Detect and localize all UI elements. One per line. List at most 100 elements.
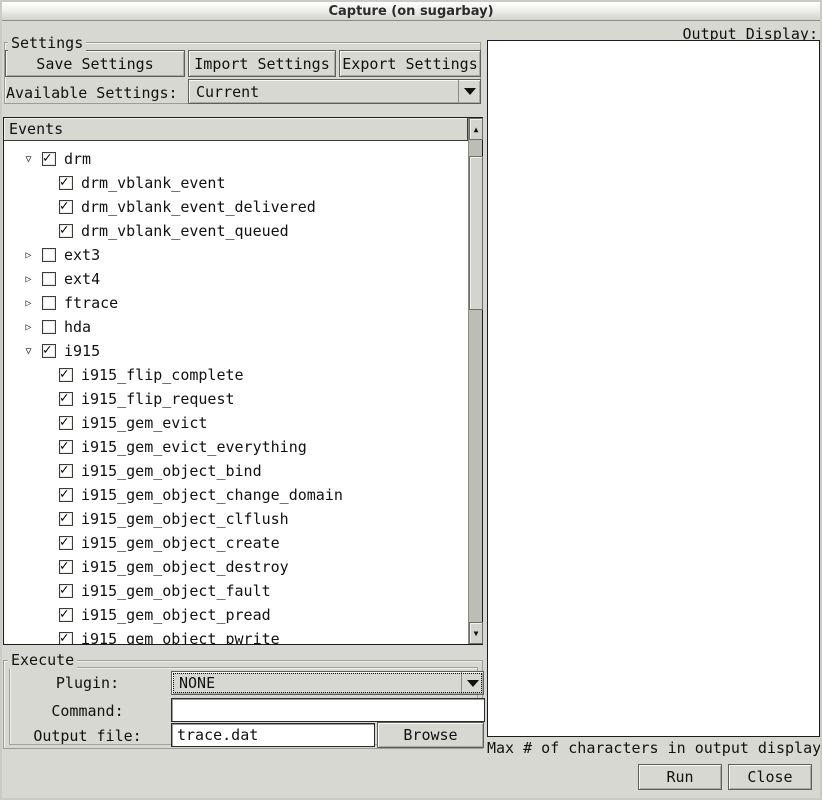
expander-closed-icon[interactable]: ▷: [22, 274, 35, 285]
expander-closed-icon[interactable]: ▷: [22, 250, 35, 261]
tree-row[interactable]: ▷ ext3: [4, 243, 468, 267]
tree-item-label: drm_vblank_event_delivered: [81, 198, 316, 216]
events-scrollbar[interactable]: ▲ ▼: [468, 118, 482, 644]
title-bar[interactable]: Capture (on sugarbay): [2, 2, 820, 21]
browse-label: Browse: [403, 726, 457, 744]
tree-row[interactable]: i915_gem_evict_everything: [4, 435, 468, 459]
tree-item-label: ftrace: [64, 294, 118, 312]
capture-window: Capture (on sugarbay) Settings Save Sett…: [0, 0, 822, 800]
import-settings-button[interactable]: Import Settings: [188, 50, 336, 77]
event-checkbox[interactable]: [59, 584, 73, 598]
event-checkbox[interactable]: [59, 416, 73, 430]
event-checkbox[interactable]: [42, 248, 56, 262]
tree-row[interactable]: ▷hda: [4, 315, 468, 339]
tree-item-label: i915_gem_object_destroy: [81, 558, 289, 576]
save-settings-button[interactable]: Save Settings: [5, 50, 185, 77]
event-checkbox[interactable]: [42, 272, 56, 286]
tree-row[interactable]: i915_gem_object_change_domain: [4, 483, 468, 507]
run-button[interactable]: Run: [638, 764, 722, 790]
event-checkbox[interactable]: [59, 392, 73, 406]
tree-item-label: i915_gem_object_pread: [81, 606, 271, 624]
tree-row[interactable]: i915_gem_object_pwrite: [4, 627, 468, 644]
execute-frame-label: Execute: [8, 651, 77, 669]
plugin-dropdown[interactable]: NONE: [171, 671, 484, 695]
tree-row[interactable]: ▽ i915: [4, 339, 468, 363]
scroll-down-button[interactable]: ▼: [469, 622, 483, 644]
tree-item-label: drm_vblank_event: [81, 174, 226, 192]
available-settings-value: Current: [189, 83, 458, 101]
available-settings-dropdown[interactable]: Current: [188, 79, 481, 104]
execute-frame: Plugin: NONE Command: Output file: Brows…: [3, 660, 483, 749]
tree-item-label: i915_gem_object_bind: [81, 462, 262, 480]
expander-closed-icon[interactable]: ▷: [22, 322, 35, 333]
event-checkbox[interactable]: [59, 608, 73, 622]
max-chars-label: Max # of characters in output display: [487, 739, 821, 757]
arrow-up-icon: ▲: [474, 125, 479, 134]
event-checkbox[interactable]: [59, 464, 73, 478]
tree-item-label: drm: [64, 150, 91, 168]
plugin-dropdown-arrow-button[interactable]: [461, 672, 483, 694]
tree-row[interactable]: drm_vblank_event_queued: [4, 219, 468, 243]
close-label: Close: [747, 768, 792, 786]
tree-row[interactable]: i915_gem_object_create: [4, 531, 468, 555]
tree-row[interactable]: i915_gem_object_pread: [4, 603, 468, 627]
event-checkbox[interactable]: [59, 512, 73, 526]
expander-open-icon[interactable]: ▽: [22, 154, 35, 165]
tree-item-label: i915: [64, 342, 100, 360]
event-checkbox[interactable]: [42, 296, 56, 310]
dropdown-arrow-button[interactable]: [458, 80, 480, 103]
tree-row[interactable]: i915_gem_object_clflush: [4, 507, 468, 531]
event-checkbox[interactable]: [42, 152, 56, 166]
settings-frame-label: Settings: [8, 34, 86, 52]
tree-item-label: i915_gem_object_change_domain: [81, 486, 343, 504]
tree-row[interactable]: drm_vblank_event: [4, 171, 468, 195]
tree-row[interactable]: ▷ ftrace: [4, 291, 468, 315]
tree-row[interactable]: i915_gem_object_fault: [4, 579, 468, 603]
available-settings-label: Available Settings:: [6, 84, 178, 102]
export-settings-label: Export Settings: [342, 55, 477, 73]
tree-item-label: i915_gem_object_create: [81, 534, 280, 552]
events-header-label: Events: [9, 120, 63, 138]
chevron-down-icon: [464, 88, 476, 95]
event-checkbox[interactable]: [59, 176, 73, 190]
output-display-area[interactable]: [487, 40, 820, 737]
chevron-down-icon: [467, 680, 479, 687]
import-settings-label: Import Settings: [194, 55, 329, 73]
scroll-up-button[interactable]: ▲: [469, 118, 483, 140]
tree-row[interactable]: i915_gem_object_bind: [4, 459, 468, 483]
expander-closed-icon[interactable]: ▷: [22, 298, 35, 309]
expander-open-icon[interactable]: ▽: [22, 346, 35, 357]
event-checkbox[interactable]: [59, 536, 73, 550]
tree-row[interactable]: i915_flip_complete: [4, 363, 468, 387]
event-checkbox[interactable]: [59, 368, 73, 382]
tree-item-label: i915_gem_object_clflush: [81, 510, 289, 528]
event-checkbox[interactable]: [59, 200, 73, 214]
event-checkbox[interactable]: [42, 320, 56, 334]
output-file-input[interactable]: [171, 723, 375, 747]
event-checkbox[interactable]: [59, 224, 73, 238]
scrollbar-thumb[interactable]: [469, 156, 483, 310]
events-column-header[interactable]: Events: [4, 118, 468, 141]
command-label: Command:: [10, 702, 165, 720]
window-title: Capture (on sugarbay): [328, 4, 493, 19]
event-checkbox[interactable]: [42, 344, 56, 358]
tree-item-label: drm_vblank_event_queued: [81, 222, 289, 240]
browse-button[interactable]: Browse: [377, 722, 484, 748]
tree-item-label: ext3: [64, 246, 100, 264]
tree-row[interactable]: ▽ drm: [4, 147, 468, 171]
tree-row[interactable]: i915_flip_request: [4, 387, 468, 411]
tree-row[interactable]: i915_gem_evict: [4, 411, 468, 435]
events-tree: Events ▽ drm drm_vblank_event drm_vblank_ev…: [3, 117, 483, 645]
export-settings-button[interactable]: Export Settings: [339, 50, 481, 77]
command-input[interactable]: [171, 698, 485, 722]
tree-row[interactable]: i915_gem_object_destroy: [4, 555, 468, 579]
event-checkbox[interactable]: [59, 488, 73, 502]
event-checkbox[interactable]: [59, 560, 73, 574]
close-button[interactable]: Close: [728, 764, 812, 790]
tree-row[interactable]: drm_vblank_event_delivered: [4, 195, 468, 219]
run-label: Run: [666, 768, 693, 786]
event-checkbox[interactable]: [59, 440, 73, 454]
plugin-value: NONE: [172, 674, 461, 692]
event-checkbox[interactable]: [59, 632, 73, 644]
tree-row[interactable]: ▷ext4: [4, 267, 468, 291]
